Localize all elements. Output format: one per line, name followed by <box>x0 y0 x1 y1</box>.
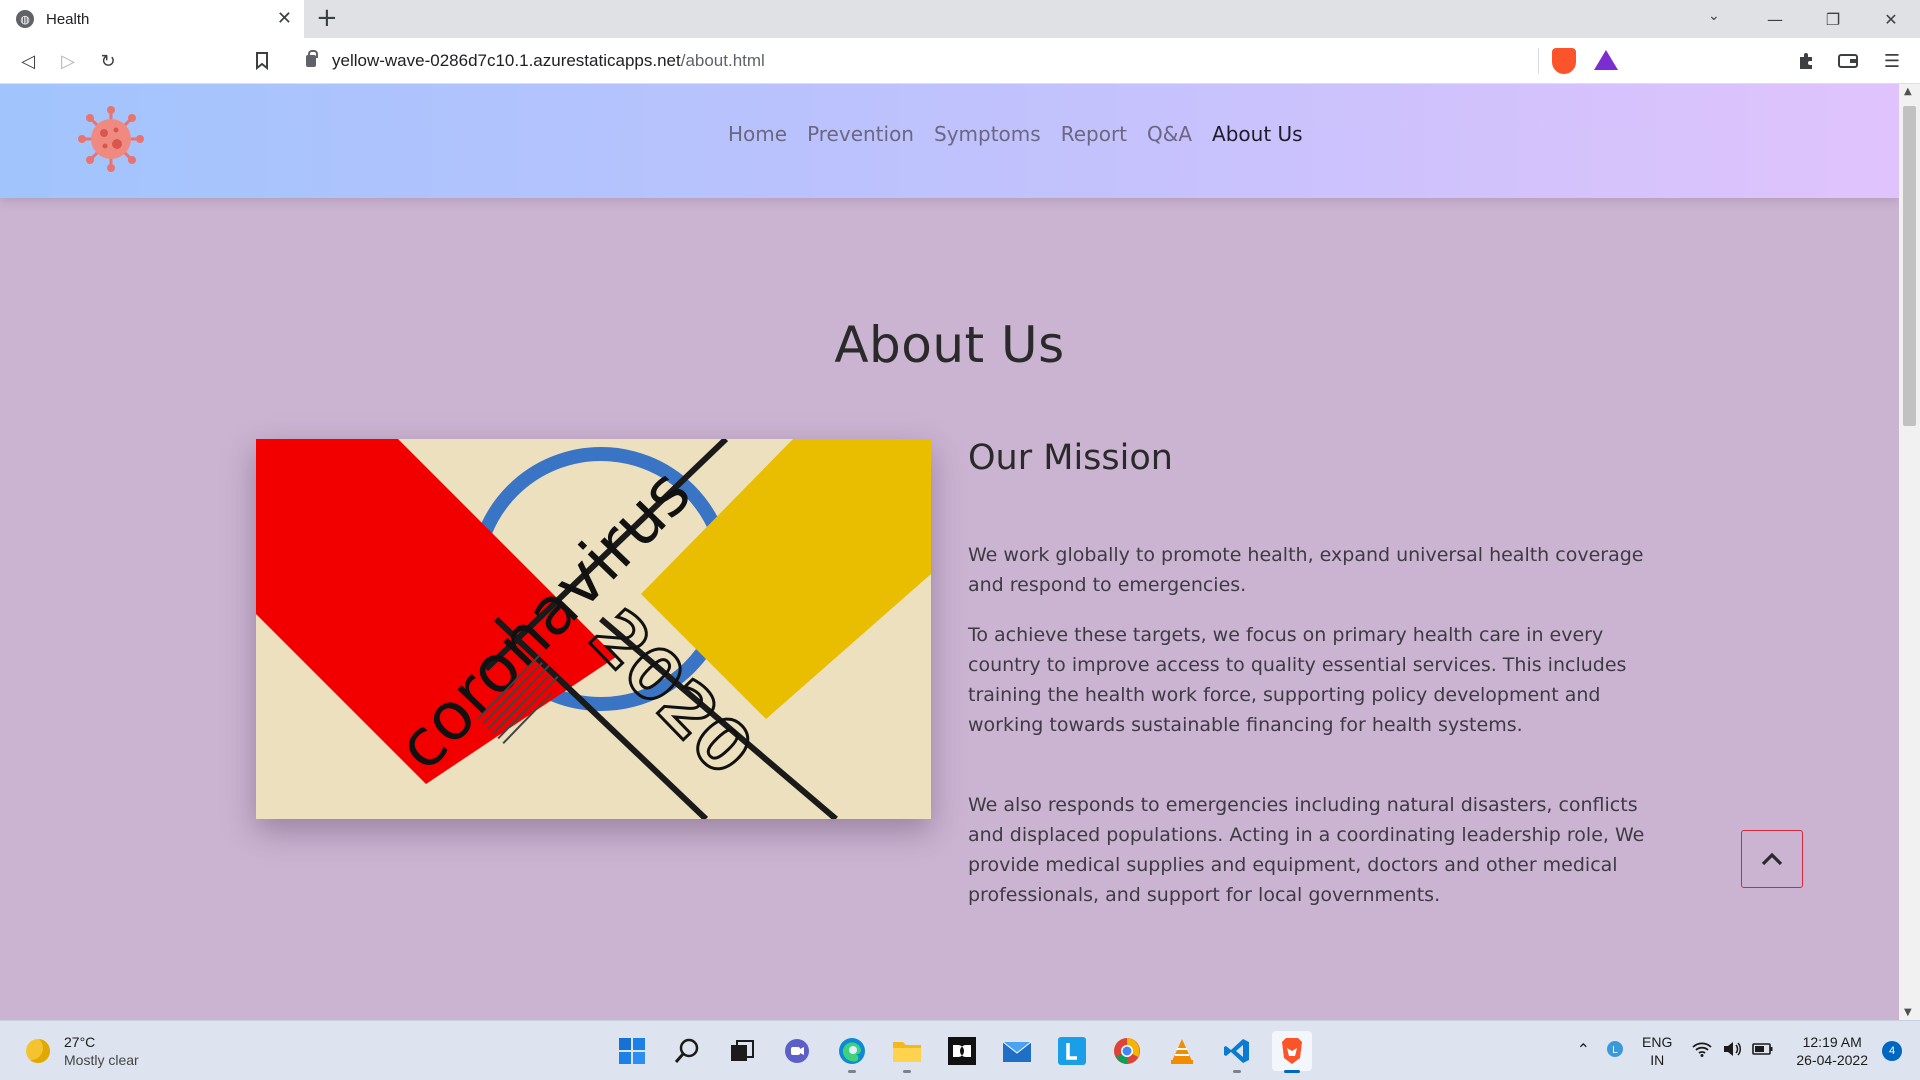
browser-tab-bar: ◍ Health ✕ + ⌄ — ❐ ✕ <box>0 0 1920 38</box>
lock-icon[interactable] <box>306 50 318 67</box>
chevron-down-icon[interactable]: ⌄ <box>1708 8 1720 24</box>
scrollbar-thumb[interactable] <box>1903 106 1916 426</box>
close-tab-icon[interactable]: ✕ <box>277 8 292 29</box>
nav-symptoms[interactable]: Symptoms <box>934 122 1041 146</box>
task-view-button[interactable] <box>722 1031 762 1071</box>
browser-tab[interactable]: ◍ Health ✕ <box>0 0 304 38</box>
battery-icon[interactable] <box>1752 1042 1774 1060</box>
back-to-top-button[interactable] <box>1741 830 1803 888</box>
edge-icon <box>839 1038 865 1064</box>
l-app-icon <box>1058 1037 1086 1065</box>
taskbar-apps <box>612 1031 1327 1073</box>
dolby-icon <box>948 1037 976 1065</box>
close-window-icon[interactable]: ✕ <box>1862 0 1920 38</box>
restore-icon[interactable]: ❐ <box>1804 0 1862 38</box>
main-nav: Home Prevention Symptoms Report Q&A Abou… <box>728 122 1323 146</box>
virus-logo-icon[interactable] <box>78 106 144 172</box>
window-controls: — ❐ ✕ <box>1746 0 1920 38</box>
search-button[interactable] <box>667 1031 707 1071</box>
chat-icon <box>785 1039 809 1063</box>
forward-icon[interactable]: ▷ <box>54 47 82 75</box>
mail-icon <box>1002 1041 1032 1062</box>
scroll-down-icon[interactable]: ▼ <box>1904 1007 1912 1018</box>
search-icon <box>674 1038 699 1063</box>
tray-app-icon[interactable]: L <box>1606 1040 1624 1062</box>
mission-paragraph-1: We work globally to promote health, expa… <box>968 544 1644 596</box>
site-header: Home Prevention Symptoms Report Q&A Abou… <box>0 84 1899 198</box>
tab-title: Health <box>46 10 90 28</box>
brave-rewards-icon[interactable] <box>1594 50 1618 70</box>
wifi-icon[interactable] <box>1692 1041 1712 1061</box>
windows-icon <box>619 1038 645 1064</box>
brave-shields-icon[interactable] <box>1552 48 1576 74</box>
new-tab-icon[interactable]: + <box>316 3 338 33</box>
dolby-button[interactable] <box>942 1031 982 1071</box>
vscode-button[interactable] <box>1217 1031 1257 1073</box>
volume-icon[interactable] <box>1722 1041 1742 1061</box>
page-viewport: Home Prevention Symptoms Report Q&A Abou… <box>0 84 1899 1020</box>
brave-button[interactable] <box>1272 1031 1312 1073</box>
svg-text:L: L <box>1612 1045 1618 1056</box>
task-view-icon <box>731 1040 754 1061</box>
globe-icon: ◍ <box>16 10 34 28</box>
moon-icon <box>26 1039 50 1063</box>
mission-paragraph-2: To achieve these targets, we focus on pr… <box>968 624 1627 736</box>
chrome-icon <box>1114 1038 1140 1064</box>
weather-temp: 27°C <box>64 1034 96 1050</box>
weather-widget[interactable]: 27°C Mostly clear <box>26 1033 139 1069</box>
url-text: yellow-wave-0286d7c10.1.azurestaticapps.… <box>332 51 765 70</box>
system-tray: ⌃ L ENG IN 12:19 AM 26-04-2022 4 <box>1577 1021 1920 1080</box>
mission-paragraph-3: We also responds to emergencies includin… <box>968 794 1645 906</box>
clock[interactable]: 12:19 AM 26-04-2022 <box>1796 1033 1868 1069</box>
nav-report[interactable]: Report <box>1061 122 1127 146</box>
bookmark-icon[interactable] <box>248 47 276 75</box>
nav-qa[interactable]: Q&A <box>1147 122 1192 146</box>
vscode-icon <box>1224 1039 1249 1063</box>
chevron-up-tray-icon[interactable]: ⌃ <box>1577 1042 1590 1060</box>
reload-icon[interactable]: ↻ <box>94 47 122 75</box>
menu-icon[interactable]: ☰ <box>1878 47 1906 75</box>
coronavirus-2020-poster: coronavirus 2020 <box>256 439 931 819</box>
weather-desc: Mostly clear <box>64 1052 139 1068</box>
chevron-up-icon <box>1761 852 1783 866</box>
edge-button[interactable] <box>832 1031 872 1073</box>
nav-about-us[interactable]: About Us <box>1212 122 1303 146</box>
chrome-button[interactable] <box>1107 1031 1147 1071</box>
back-icon[interactable]: ◁ <box>14 47 42 75</box>
vlc-button[interactable] <box>1162 1031 1202 1071</box>
browser-toolbar: ◁ ▷ ↻ yellow-wave-0286d7c10.1.azurestati… <box>0 38 1920 84</box>
start-button[interactable] <box>612 1031 652 1071</box>
folder-icon <box>893 1042 921 1062</box>
mission-title: Our Mission <box>968 438 1173 478</box>
vlc-icon <box>1171 1039 1193 1064</box>
teams-chat-button[interactable] <box>777 1031 817 1071</box>
nav-home[interactable]: Home <box>728 122 787 146</box>
minimize-icon[interactable]: — <box>1746 0 1804 38</box>
launcher-l-button[interactable] <box>1052 1031 1092 1071</box>
page-title: About Us <box>834 316 1065 374</box>
scroll-up-icon[interactable]: ▲ <box>1904 86 1912 97</box>
wallet-icon[interactable] <box>1834 47 1862 75</box>
extensions-icon[interactable] <box>1792 47 1820 75</box>
brave-icon <box>1282 1038 1302 1064</box>
notification-badge[interactable]: 4 <box>1882 1041 1902 1061</box>
language-indicator[interactable]: ENG IN <box>1642 1033 1672 1069</box>
page-scrollbar[interactable]: ▲ ▼ <box>1899 84 1920 1020</box>
nav-prevention[interactable]: Prevention <box>807 122 914 146</box>
divider <box>1538 48 1539 74</box>
windows-taskbar: 27°C Mostly clear ⌃ L ENG IN 12:19 AM 26… <box>0 1020 1920 1080</box>
mail-button[interactable] <box>997 1031 1037 1071</box>
file-explorer-button[interactable] <box>887 1031 927 1073</box>
address-bar[interactable]: yellow-wave-0286d7c10.1.azurestaticapps.… <box>292 44 1628 78</box>
